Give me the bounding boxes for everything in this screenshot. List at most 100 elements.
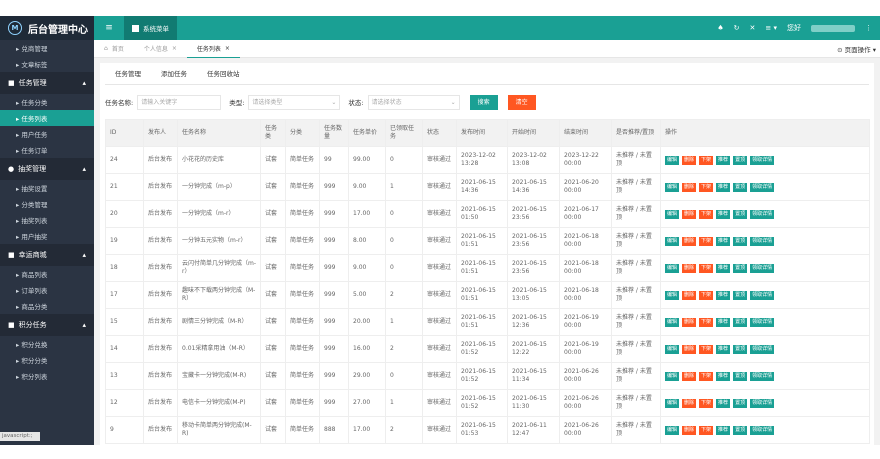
action-button-0[interactable]: 编辑 [665,371,680,381]
action-button-0[interactable]: 编辑 [665,155,680,165]
action-button-5[interactable]: 领取详情 [750,371,775,381]
sidebar-item[interactable]: ▸ 积分列表 [0,368,94,384]
action-button-5[interactable]: 领取详情 [750,263,775,273]
action-button-3[interactable]: 推荐 [716,209,731,219]
action-button-5[interactable]: 领取详情 [750,236,775,246]
action-button-3[interactable]: 推荐 [716,182,731,192]
type-select[interactable]: 请选择类型 ⌄ [248,94,341,110]
sub-tab[interactable]: 任务回收站 [197,63,250,85]
action-button-4[interactable]: 置顶 [733,344,748,354]
action-button-2[interactable]: 下架 [699,425,714,435]
action-button-5[interactable]: 领取详情 [750,398,775,408]
action-button-1[interactable]: 删除 [682,290,697,300]
action-button-0[interactable]: 编辑 [665,209,680,219]
action-button-1[interactable]: 删除 [682,398,697,408]
action-button-0[interactable]: 编辑 [665,263,680,273]
action-button-4[interactable]: 置顶 [733,209,748,219]
action-button-4[interactable]: 置顶 [733,290,748,300]
action-button-5[interactable]: 领取详情 [750,182,775,192]
sidebar-item[interactable]: ▸ 商品列表 [0,266,94,282]
action-button-4[interactable]: 置顶 [733,182,748,192]
action-button-2[interactable]: 下架 [699,263,714,273]
action-button-3[interactable]: 推荐 [716,317,731,327]
sidebar-item[interactable]: ▸ 积分分类 [0,352,94,368]
action-button-5[interactable]: 领取详情 [750,425,775,435]
action-button-3[interactable]: 推荐 [716,155,731,165]
sub-tab[interactable]: 任务管理 [105,63,151,85]
sidebar-group[interactable]: ● 抽奖管理 ▴ [0,158,94,180]
search-button[interactable]: 搜索 [469,94,498,110]
close-icon[interactable]: × [225,45,230,52]
task-name-input[interactable]: 请输入关键字 [137,94,222,110]
user-greeting[interactable]: 您好 [787,23,801,33]
action-button-2[interactable]: 下架 [699,371,714,381]
action-button-4[interactable]: 置顶 [733,236,748,246]
page-tab[interactable]: 任务列表 × [186,40,240,58]
action-button-1[interactable]: 删除 [682,317,697,327]
sidebar-group[interactable]: ■ 任务管理 ▴ [0,72,94,94]
sidebar-item[interactable]: ▸ 任务列表 [0,110,94,126]
sidebar-item[interactable]: ▸ 商品分类 [0,298,94,314]
action-button-3[interactable]: 推荐 [716,425,731,435]
action-button-3[interactable]: 推荐 [716,290,731,300]
action-button-4[interactable]: 置顶 [733,371,748,381]
action-button-0[interactable]: 编辑 [665,317,680,327]
action-button-3[interactable]: 推荐 [716,398,731,408]
sidebar-group[interactable]: ■ 积分任务 ▴ [0,314,94,336]
page-tab[interactable]: ⌂ 首页 [94,40,134,58]
sidebar-item[interactable]: ▸ 抽奖设置 [0,180,94,196]
action-button-2[interactable]: 下架 [699,398,714,408]
action-button-4[interactable]: 置顶 [733,155,748,165]
action-button-1[interactable]: 删除 [682,209,697,219]
sidebar-item[interactable]: ▸ 分类管理 [0,196,94,212]
action-button-4[interactable]: 置顶 [733,263,748,273]
action-button-1[interactable]: 删除 [682,425,697,435]
action-button-3[interactable]: 推荐 [716,371,731,381]
sidebar-item[interactable]: ▸ 任务订单 [0,142,94,158]
sidebar-item[interactable]: ▸ 抽奖列表 [0,212,94,228]
action-button-0[interactable]: 编辑 [665,290,680,300]
menu-toggle-icon[interactable]: ≡ [94,23,124,33]
sidebar-item[interactable]: ▸ 兑商管理 [0,40,94,56]
system-menu-tab[interactable]: 系统菜单 [124,16,177,40]
action-button-1[interactable]: 删除 [682,263,697,273]
sidebar-item[interactable]: ▸ 积分兑换 [0,336,94,352]
action-button-0[interactable]: 编辑 [665,398,680,408]
action-button-0[interactable]: 编辑 [665,344,680,354]
action-button-0[interactable]: 编辑 [665,425,680,435]
action-button-0[interactable]: 编辑 [665,236,680,246]
action-button-1[interactable]: 删除 [682,182,697,192]
action-button-4[interactable]: 置顶 [733,425,748,435]
action-button-2[interactable]: 下架 [699,317,714,327]
sidebar-item[interactable]: ▸ 用户任务 [0,126,94,142]
action-button-2[interactable]: 下架 [699,209,714,219]
home-icon[interactable]: ♠ [717,24,723,32]
settings-dots-icon[interactable]: ⋮ [865,24,872,32]
action-button-2[interactable]: 下架 [699,236,714,246]
action-button-5[interactable]: 领取详情 [750,317,775,327]
reset-button[interactable]: 清空 [507,94,536,110]
clear-icon[interactable]: ✕ [750,24,756,32]
action-button-2[interactable]: 下架 [699,182,714,192]
action-button-3[interactable]: 推荐 [716,263,731,273]
action-button-4[interactable]: 置顶 [733,317,748,327]
sidebar-item[interactable]: ▸ 订单列表 [0,282,94,298]
action-button-3[interactable]: 推荐 [716,344,731,354]
sidebar-group[interactable]: ■ 幸运商城 ▴ [0,244,94,266]
action-button-4[interactable]: 置顶 [733,398,748,408]
sidebar-item[interactable]: ▸ 用户抽奖 [0,228,94,244]
action-button-5[interactable]: 领取详情 [750,344,775,354]
action-button-2[interactable]: 下架 [699,344,714,354]
action-button-2[interactable]: 下架 [699,290,714,300]
sub-tab[interactable]: 添加任务 [151,63,197,85]
action-button-5[interactable]: 领取详情 [750,290,775,300]
close-icon[interactable]: × [172,45,177,52]
status-select[interactable]: 请选择状态 ⌄ [367,94,460,110]
action-button-1[interactable]: 删除 [682,371,697,381]
action-button-1[interactable]: 删除 [682,236,697,246]
action-button-0[interactable]: 编辑 [665,182,680,192]
action-button-3[interactable]: 推荐 [716,236,731,246]
refresh-icon[interactable]: ↻ [734,24,740,32]
sidebar-item[interactable]: ▸ 任务分类 [0,94,94,110]
page-tab[interactable]: 个人信息 × [134,40,187,58]
